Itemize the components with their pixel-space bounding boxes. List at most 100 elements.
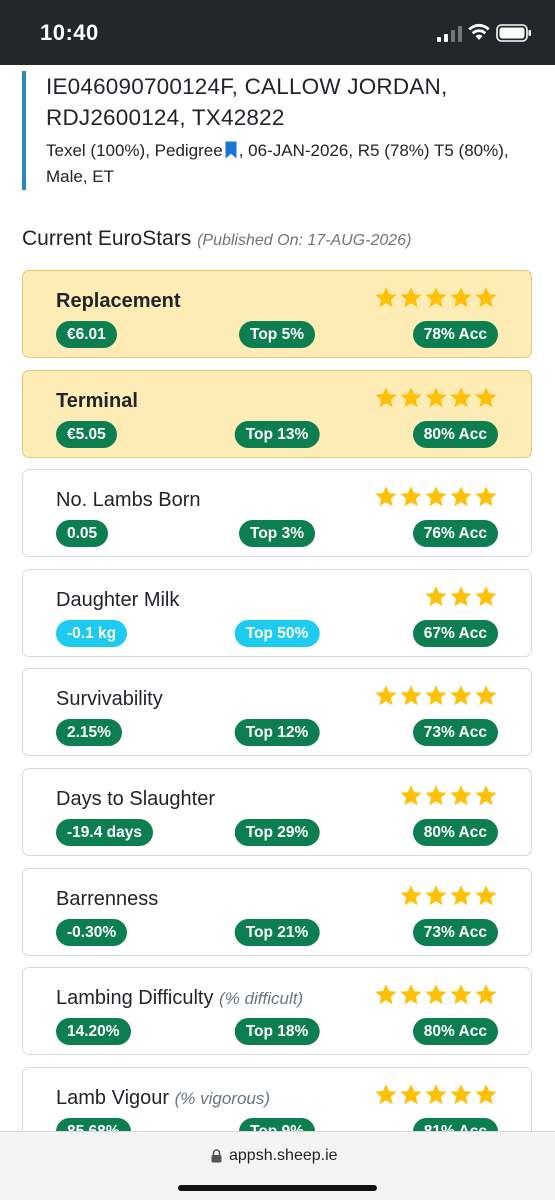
star-icon — [400, 387, 422, 408]
star-icon — [450, 486, 472, 507]
star-icon — [475, 1084, 497, 1105]
star-rating — [374, 286, 498, 310]
top-percent-badge: Top 12% — [234, 719, 320, 746]
trait-label: Daughter Milk — [56, 589, 180, 611]
star-icon — [450, 685, 472, 706]
trait-label: Barrenness — [56, 888, 159, 910]
status-bar: 10:40 — [0, 0, 555, 65]
trait-label: No. Lambs Born — [56, 489, 201, 511]
animal-description: Texel (100%), Pedigree, 06-JAN-2026, R5 … — [46, 138, 532, 190]
value-badge: 14.20% — [56, 1018, 131, 1045]
accuracy-badge: 76% Acc — [412, 520, 498, 547]
star-icon — [475, 486, 497, 507]
main-content[interactable]: IE046090700124F, CALLOW JORDAN, RDJ26001… — [0, 65, 555, 1131]
star-icon — [375, 287, 397, 308]
star-icon — [475, 785, 497, 806]
star-icon — [475, 586, 497, 607]
accuracy-badge: 80% Acc — [412, 819, 498, 846]
browser-bottom-bar: appsh.sheep.ie — [0, 1131, 555, 1200]
trait-name: Lamb Vigour (% vigorous) — [56, 1087, 270, 1110]
star-icon — [375, 685, 397, 706]
trait-label: Survivability — [56, 688, 163, 710]
star-icon — [400, 785, 422, 806]
trait-label: Lamb Vigour — [56, 1087, 170, 1109]
value-badge: €5.05 — [56, 421, 117, 448]
star-icon — [475, 387, 497, 408]
star-icon — [475, 287, 497, 308]
trait-card[interactable]: Days to Slaughter -19.4 days Top 29% 80% Ac… — [22, 768, 532, 856]
top-percent-badge: Top 21% — [234, 919, 320, 946]
trait-name: No. Lambs Born — [56, 489, 201, 512]
star-icon — [450, 885, 472, 906]
trait-name: Daughter Milk — [56, 589, 179, 612]
value-badge: 85.68% — [56, 1118, 131, 1131]
star-icon — [375, 1084, 397, 1105]
star-rating — [399, 784, 498, 808]
star-icon — [400, 984, 422, 1005]
value-badge: -0.30% — [56, 919, 128, 946]
top-percent-badge: Top 3% — [239, 520, 315, 547]
star-icon — [425, 885, 447, 906]
wifi-icon — [468, 23, 490, 40]
section-title: Current EuroStars (Published On: 17-AUG-… — [22, 227, 411, 251]
trait-name: Days to Slaughter — [56, 788, 215, 811]
trait-card[interactable]: No. Lambs Born 0.05 Top 3% 76% Acc — [22, 469, 532, 557]
star-icon — [400, 1084, 422, 1105]
star-icon — [400, 486, 422, 507]
trait-card[interactable]: Replacement €6.01 Top 5% 78% Acc — [22, 270, 532, 358]
home-indicator[interactable] — [178, 1185, 377, 1191]
star-icon — [475, 984, 497, 1005]
star-icon — [450, 785, 472, 806]
star-rating — [424, 585, 498, 609]
top-percent-badge: Top 13% — [234, 421, 320, 448]
value-badge: €6.01 — [56, 321, 117, 348]
star-rating — [399, 884, 498, 908]
section-heading: Current EuroStars — [22, 227, 192, 250]
trait-label: Terminal — [56, 390, 138, 412]
value-badge: 0.05 — [56, 520, 109, 547]
star-rating — [374, 1083, 498, 1107]
star-icon — [375, 984, 397, 1005]
trait-card[interactable]: Survivability 2.15% Top 12% 73% Acc — [22, 668, 532, 756]
animal-desc-part1: Texel (100%), Pedigree — [46, 141, 223, 160]
signal-icon — [437, 26, 462, 42]
trait-card[interactable]: Barrenness -0.30% Top 21% 73% Acc — [22, 868, 532, 956]
trait-card[interactable]: Terminal €5.05 Top 13% 80% Acc — [22, 370, 532, 458]
trait-label: Replacement — [56, 290, 181, 312]
trait-label: Days to Slaughter — [56, 788, 215, 810]
star-icon — [425, 984, 447, 1005]
top-percent-badge: Top 9% — [239, 1118, 315, 1131]
star-icon — [475, 685, 497, 706]
star-icon — [450, 387, 472, 408]
accuracy-badge: 73% Acc — [412, 719, 498, 746]
top-percent-badge: Top 5% — [239, 321, 315, 348]
animal-title: IE046090700124F, CALLOW JORDAN, RDJ26001… — [46, 74, 448, 130]
lock-icon — [211, 1149, 222, 1163]
star-icon — [450, 287, 472, 308]
trait-card[interactable]: Daughter Milk -0.1 kg Top 50% 67% Acc — [22, 569, 532, 657]
star-icon — [425, 486, 447, 507]
url-bar[interactable]: appsh.sheep.ie — [229, 1147, 338, 1165]
star-icon — [425, 685, 447, 706]
star-icon — [425, 1084, 447, 1105]
trait-card[interactable]: Lambing Difficulty (% difficult) 14.20% To… — [22, 967, 532, 1055]
trait-sub-label: (% difficult) — [219, 989, 304, 1008]
battery-icon — [496, 24, 531, 42]
accuracy-badge: 78% Acc — [412, 321, 498, 348]
trait-name: Lambing Difficulty (% difficult) — [56, 987, 303, 1010]
star-rating — [374, 684, 498, 708]
trait-card[interactable]: Lamb Vigour (% vigorous) 85.68% Top 9% 81% … — [22, 1067, 532, 1131]
trait-name: Replacement — [56, 290, 181, 313]
bookmark-icon[interactable] — [224, 141, 238, 159]
status-time: 10:40 — [40, 20, 99, 45]
animal-header: IE046090700124F, CALLOW JORDAN, RDJ26001… — [22, 71, 532, 190]
star-rating — [374, 485, 498, 509]
trait-label: Lambing Difficulty — [56, 987, 214, 1009]
accuracy-badge: 81% Acc — [412, 1118, 498, 1131]
star-icon — [450, 1084, 472, 1105]
star-icon — [425, 586, 447, 607]
accuracy-badge: 80% Acc — [412, 1018, 498, 1045]
star-icon — [400, 685, 422, 706]
trait-name: Barrenness — [56, 888, 158, 911]
trait-name: Survivability — [56, 688, 163, 711]
